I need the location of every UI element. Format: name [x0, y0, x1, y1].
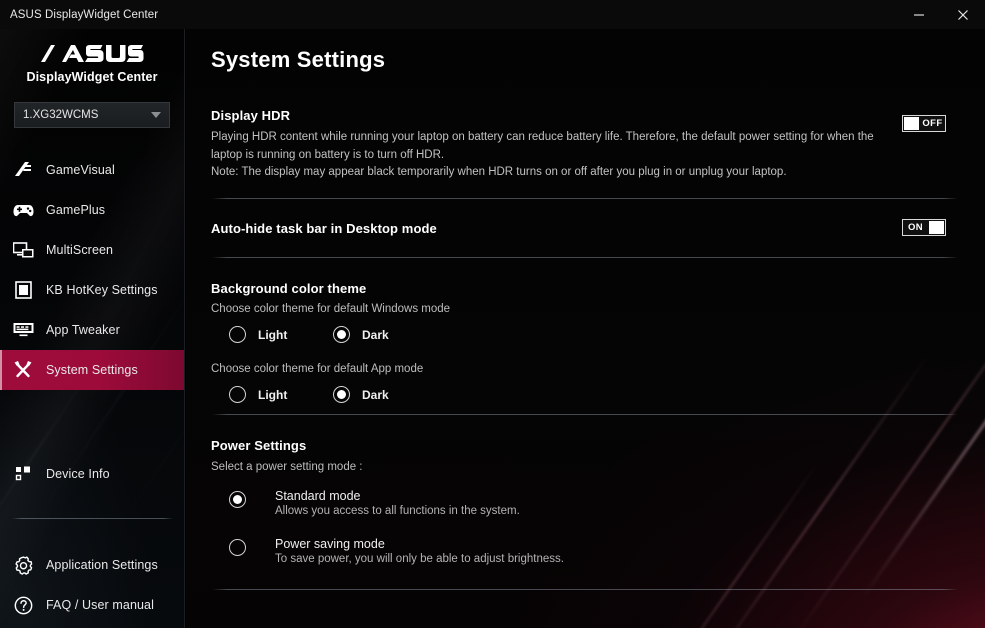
main-panel: System Settings Display HDR Playing HDR … [186, 29, 985, 628]
display-hdr-paragraph-2: Note: The display may appear black tempo… [211, 166, 787, 178]
glow-streak-1 [861, 137, 985, 599]
radio-power-saving-mode[interactable] [229, 539, 246, 556]
toggle-knob [904, 117, 919, 130]
section-title-display-hdr: Display HDR [211, 108, 291, 123]
windows-mode-option-dark[interactable]: Dark [333, 326, 389, 343]
app-tweaker-icon [0, 322, 46, 338]
chevron-down-icon [151, 112, 161, 118]
sidebar-item-label: KB HotKey Settings [46, 283, 158, 297]
sidebar-item-system-settings[interactable]: System Settings [0, 350, 184, 390]
sidebar: DisplayWidget Center 1.XG32WCMS GameVisu… [0, 29, 185, 628]
divider-3 [212, 414, 958, 415]
radio-standard-mode[interactable] [229, 491, 246, 508]
divider-1 [212, 198, 958, 199]
power-option-text: Standard mode Allows you access to all f… [275, 489, 520, 517]
divider-4 [212, 589, 958, 590]
section-title-power-settings: Power Settings [211, 438, 307, 453]
glow-streak-2 [788, 259, 985, 628]
power-option-title: Standard mode [275, 489, 361, 503]
close-button[interactable] [941, 0, 985, 29]
power-settings-instruction: Select a power setting mode : [211, 461, 363, 473]
display-hdr-toggle[interactable]: OFF [902, 115, 946, 132]
glow-streak-4 [636, 456, 822, 628]
title-bar: ASUS DisplayWidget Center [0, 0, 985, 29]
toggle-state-label: OFF [922, 118, 943, 129]
radio-light-windows[interactable] [229, 326, 246, 343]
gamevisual-icon [0, 161, 46, 179]
power-option-standard-mode[interactable]: Standard mode Allows you access to all f… [229, 489, 520, 517]
gear-icon [0, 555, 46, 575]
power-option-text: Power saving mode To save power, you wil… [275, 537, 564, 565]
windows-mode-option-light[interactable]: Light [229, 326, 287, 343]
auto-hide-taskbar-toggle[interactable]: ON [902, 219, 946, 236]
sidebar-item-device-info[interactable]: Device Info [0, 454, 184, 494]
app-mode-label: Choose color theme for default App mode [211, 363, 424, 375]
radio-label: Dark [362, 387, 389, 402]
radio-label: Dark [362, 327, 389, 342]
sidebar-item-app-tweaker[interactable]: App Tweaker [0, 310, 184, 350]
glow-streak-3 [698, 353, 930, 628]
brand-subtitle: DisplayWidget Center [26, 70, 158, 84]
toggle-knob [929, 221, 944, 234]
divider-2 [212, 257, 958, 258]
device-info-icon [0, 466, 46, 482]
toggle-state-label: ON [907, 222, 924, 233]
power-option-power-saving-mode[interactable]: Power saving mode To save power, you wil… [229, 537, 564, 565]
power-option-title: Power saving mode [275, 537, 385, 551]
window-controls [897, 0, 985, 29]
radio-dark-app[interactable] [333, 386, 350, 403]
app-mode-option-dark[interactable]: Dark [333, 386, 389, 403]
minimize-button[interactable] [897, 0, 941, 29]
sidebar-divider [12, 518, 173, 519]
sidebar-item-label: System Settings [46, 363, 138, 377]
section-title-background-color-theme: Background color theme [211, 281, 367, 296]
sidebar-item-multiscreen[interactable]: MultiScreen [0, 230, 184, 270]
sidebar-item-label: GamePlus [46, 203, 106, 217]
gamepad-icon [0, 203, 46, 218]
sidebar-item-gamevisual[interactable]: GameVisual [0, 150, 184, 190]
multiscreen-icon [0, 241, 46, 259]
sidebar-item-label: App Tweaker [46, 323, 120, 337]
windows-mode-label: Choose color theme for default Windows m… [211, 303, 451, 315]
device-select[interactable]: 1.XG32WCMS [14, 102, 170, 128]
app-mode-option-light[interactable]: Light [229, 386, 287, 403]
sidebar-item-application-settings[interactable]: Application Settings [0, 545, 184, 585]
sidebar-nav: GameVisual GamePlus MultiScreen KB HotKe… [0, 150, 184, 390]
radio-dark-windows[interactable] [333, 326, 350, 343]
sidebar-nav-bottom: Device Info Application Settings FAQ / U… [0, 454, 184, 625]
display-hdr-paragraph-1: Playing HDR content while running your l… [211, 131, 874, 161]
tools-icon [0, 360, 46, 380]
sidebar-item-label: Device Info [46, 467, 110, 481]
question-circle-icon [0, 596, 46, 615]
sidebar-item-label: FAQ / User manual [46, 598, 154, 612]
minimize-icon [913, 9, 925, 21]
sidebar-item-label: Application Settings [46, 558, 158, 572]
power-option-description: Allows you access to all functions in th… [275, 505, 520, 517]
radio-label: Light [258, 387, 288, 402]
asus-logo-icon [41, 45, 144, 62]
radio-label: Light [258, 327, 288, 342]
sidebar-item-label: MultiScreen [46, 243, 114, 257]
app-window: ASUS DisplayWidget Center DisplayWidget … [0, 0, 985, 628]
section-title-auto-hide-taskbar: Auto-hide task bar in Desktop mode [211, 221, 437, 236]
sidebar-item-gameplus[interactable]: GamePlus [0, 190, 184, 230]
window-title: ASUS DisplayWidget Center [10, 8, 159, 21]
power-option-description: To save power, you will only be able to … [275, 553, 564, 565]
keyboard-icon [0, 281, 46, 299]
sidebar-item-label: GameVisual [46, 163, 115, 177]
device-select-value: 1.XG32WCMS [23, 109, 99, 121]
radio-light-app[interactable] [229, 386, 246, 403]
sidebar-item-faq-user-manual[interactable]: FAQ / User manual [0, 585, 184, 625]
sidebar-item-kb-hotkey-settings[interactable]: KB HotKey Settings [0, 270, 184, 310]
page-title: System Settings [211, 47, 386, 72]
close-icon [957, 9, 969, 21]
brand-block: DisplayWidget Center [0, 41, 184, 84]
